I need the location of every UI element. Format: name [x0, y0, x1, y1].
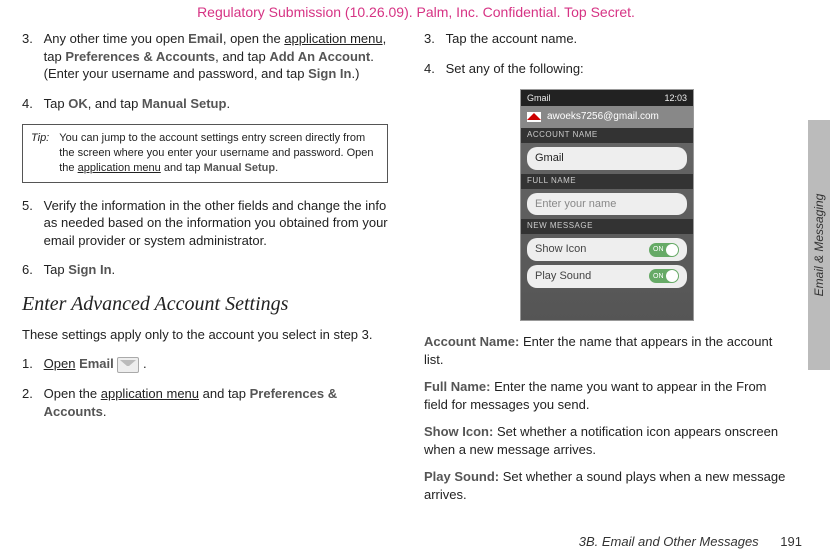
- step-text: Tap Sign In.: [44, 261, 388, 279]
- ui-add-an-account: Add An Account: [269, 49, 370, 64]
- phone-label-new-message: NEW MESSAGE: [521, 219, 693, 234]
- text: .: [112, 262, 116, 277]
- section-heading-enter-advanced: Enter Advanced Account Settings: [22, 293, 388, 316]
- section-tab-label: Email & Messaging: [812, 194, 826, 297]
- footer-section-title: 3B. Email and Other Messages: [579, 534, 759, 549]
- email-icon: [117, 357, 139, 373]
- ui-email: Email: [79, 356, 114, 371]
- link-application-menu: application menu: [101, 386, 199, 401]
- step-num: 4.: [424, 60, 442, 78]
- ui-manual-setup: Manual Setup: [142, 96, 227, 111]
- option-label: Show Icon:: [424, 424, 493, 439]
- option-show-icon: Show Icon: Set whether a notification ic…: [424, 423, 790, 458]
- phone-account-address: awoeks7256@gmail.com: [547, 110, 659, 124]
- page-footer: 3B. Email and Other Messages 191: [579, 534, 802, 549]
- step-num: 5.: [22, 197, 40, 215]
- option-label: Full Name:: [424, 379, 490, 394]
- text: .: [143, 356, 147, 371]
- phone-row-show-icon: Show Icon ON: [527, 238, 687, 261]
- link-open: Open: [44, 356, 76, 371]
- text: Any other time you open: [44, 31, 189, 46]
- step-text: Verify the information in the other fiel…: [44, 197, 388, 250]
- ui-preferences-accounts: Preferences & Accounts: [65, 49, 215, 64]
- phone-body: ACCOUNT NAME Gmail FULL NAME Enter your …: [521, 128, 693, 320]
- option-account-name: Account Name: Enter the name that appear…: [424, 333, 790, 368]
- phone-row-label: Show Icon: [535, 242, 586, 257]
- phone-label-account-name: ACCOUNT NAME: [521, 128, 693, 143]
- substep-1: 1. Open Email .: [22, 355, 388, 373]
- footer-page-number: 191: [780, 534, 802, 549]
- r-step-3: 3. Tap the account name.: [424, 30, 790, 48]
- tip-box: Tip: You can jump to the account setting…: [22, 124, 388, 183]
- step-num: 3.: [424, 30, 442, 48]
- phone-row-label: Play Sound: [535, 269, 591, 284]
- step-text: Open Email .: [44, 355, 388, 373]
- text: .: [275, 162, 278, 174]
- section-tab-email-messaging: Email & Messaging: [808, 120, 830, 370]
- text: and tap: [161, 162, 204, 174]
- step-text: Set any of the following:: [446, 60, 790, 78]
- phone-statusbar: Gmail 12:03: [521, 90, 693, 106]
- tip-body: You can jump to the account settings ent…: [59, 131, 379, 176]
- r-step-4: 4. Set any of the following:: [424, 60, 790, 78]
- toggle-show-icon: ON: [649, 243, 679, 257]
- step-num: 4.: [22, 95, 40, 113]
- text: .): [351, 66, 359, 81]
- link-application-menu: application menu: [284, 31, 382, 46]
- text: , and tap: [88, 96, 142, 111]
- ui-email: Email: [188, 31, 223, 46]
- step-6: 6. Tap Sign In.: [22, 261, 388, 279]
- phone-field-account-name: Gmail: [527, 147, 687, 170]
- ui-ok: OK: [68, 96, 88, 111]
- mail-icon: [527, 112, 541, 122]
- substep-2: 2. Open the application menu and tap Pre…: [22, 385, 388, 420]
- confidential-header: Regulatory Submission (10.26.09). Palm, …: [0, 4, 832, 20]
- step-text: Any other time you open Email, open the …: [44, 30, 388, 83]
- phone-row-play-sound: Play Sound ON: [527, 265, 687, 288]
- ui-sign-in: Sign In: [68, 262, 111, 277]
- ui-sign-in: Sign In: [308, 66, 351, 81]
- text: , and tap: [215, 49, 269, 64]
- link-application-menu: application menu: [78, 162, 161, 174]
- text: and tap: [199, 386, 250, 401]
- step-5: 5. Verify the information in the other f…: [22, 197, 388, 250]
- left-column: 3. Any other time you open Email, open t…: [22, 30, 406, 525]
- tip-label: Tip:: [31, 131, 49, 176]
- phone-clock: 12:03: [664, 92, 687, 104]
- page-body: 3. Any other time you open Email, open t…: [22, 30, 790, 525]
- toggle-play-sound: ON: [649, 269, 679, 283]
- step-num: 6.: [22, 261, 40, 279]
- text: , open the: [223, 31, 284, 46]
- right-column: 3. Tap the account name. 4. Set any of t…: [406, 30, 790, 525]
- phone-screenshot: Gmail 12:03 awoeks7256@gmail.com ACCOUNT…: [520, 89, 694, 321]
- ui-manual-setup: Manual Setup: [204, 162, 276, 174]
- phone-account-bar: awoeks7256@gmail.com: [521, 106, 693, 128]
- option-full-name: Full Name: Enter the name you want to ap…: [424, 378, 790, 413]
- step-3: 3. Any other time you open Email, open t…: [22, 30, 388, 83]
- step-text: Tap OK, and tap Manual Setup.: [44, 95, 388, 113]
- option-label: Play Sound:: [424, 469, 499, 484]
- text: Open the: [44, 386, 101, 401]
- step-num: 3.: [22, 30, 40, 48]
- step-text: Tap the account name.: [446, 30, 790, 48]
- step-num: 2.: [22, 385, 40, 403]
- option-label: Account Name:: [424, 334, 519, 349]
- step-text: Open the application menu and tap Prefer…: [44, 385, 388, 420]
- phone-app-name: Gmail: [527, 92, 551, 104]
- text: Tap: [44, 262, 69, 277]
- step-num: 1.: [22, 355, 40, 373]
- option-play-sound: Play Sound: Set whether a sound plays wh…: [424, 468, 790, 503]
- phone-field-full-name: Enter your name: [527, 193, 687, 216]
- phone-label-full-name: FULL NAME: [521, 174, 693, 189]
- text: .: [103, 404, 107, 419]
- text: .: [226, 96, 230, 111]
- step-4: 4. Tap OK, and tap Manual Setup.: [22, 95, 388, 113]
- text: Tap: [44, 96, 69, 111]
- section-intro: These settings apply only to the account…: [22, 326, 388, 344]
